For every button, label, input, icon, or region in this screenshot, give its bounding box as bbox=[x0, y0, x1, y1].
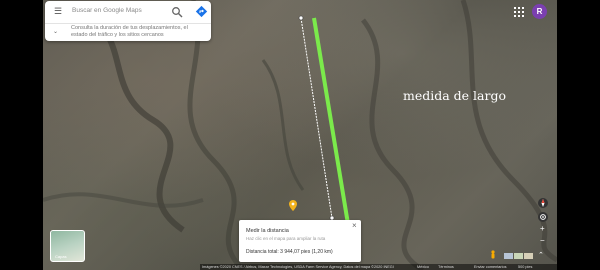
attribution: Imágenes ©2020 CNES / Airbus, Maxar Tech… bbox=[202, 265, 394, 269]
overlay-caption: medida de largo bbox=[403, 88, 507, 103]
terms-link[interactable]: Términos bbox=[438, 264, 454, 270]
layers-thumbnail[interactable]: Capas bbox=[50, 230, 85, 262]
zoom-out-button[interactable]: − bbox=[540, 236, 545, 245]
country-link[interactable]: México bbox=[417, 264, 429, 270]
pegman-icon[interactable] bbox=[490, 250, 496, 260]
feedback-link[interactable]: Enviar comentarios bbox=[474, 264, 507, 270]
compass-icon[interactable] bbox=[538, 198, 548, 208]
search-icon[interactable] bbox=[171, 6, 183, 18]
directions-icon[interactable] bbox=[195, 5, 208, 18]
measure-title: Medir la distancia bbox=[246, 228, 289, 234]
commute-hint-row[interactable]: ⌄ Consulta la duración de tus desplazami… bbox=[45, 23, 211, 41]
measure-subtitle: Haz clic en el mapa para ampliar la ruta bbox=[246, 236, 326, 241]
map-footer: Imágenes ©2020 CNES / Airbus, Maxar Tech… bbox=[200, 264, 557, 270]
avatar[interactable]: R bbox=[532, 4, 547, 19]
zoom-in-button[interactable]: + bbox=[540, 224, 545, 233]
chevron-up-icon[interactable]: ⌃ bbox=[538, 251, 544, 259]
search-row[interactable]: ☰ Buscar en Google Maps bbox=[45, 1, 211, 24]
apps-grid-icon[interactable] bbox=[514, 7, 524, 17]
layers-label: Capas bbox=[55, 254, 67, 259]
commute-hint: Consulta la duración de tus desplazamien… bbox=[71, 25, 188, 38]
imagery-icon[interactable] bbox=[504, 253, 534, 259]
map-pin-icon[interactable] bbox=[289, 200, 297, 211]
scale-label[interactable]: 500 pies bbox=[518, 264, 532, 270]
search-box[interactable]: ☰ Buscar en Google Maps ⌄ Consulta la du… bbox=[45, 1, 211, 41]
close-icon[interactable]: × bbox=[352, 221, 357, 230]
location-icon[interactable] bbox=[538, 212, 548, 222]
measure-distance-card: Medir la distancia Haz clic en el mapa p… bbox=[239, 220, 361, 262]
screen: ☰ Buscar en Google Maps ⌄ Consulta la du… bbox=[0, 0, 600, 270]
menu-icon[interactable]: ☰ bbox=[54, 7, 63, 16]
total-distance: Distancia total: 3 944,07 pies (1,20 km) bbox=[246, 249, 333, 255]
chevron-down-icon[interactable]: ⌄ bbox=[53, 28, 58, 35]
search-input[interactable]: Buscar en Google Maps bbox=[72, 7, 142, 14]
